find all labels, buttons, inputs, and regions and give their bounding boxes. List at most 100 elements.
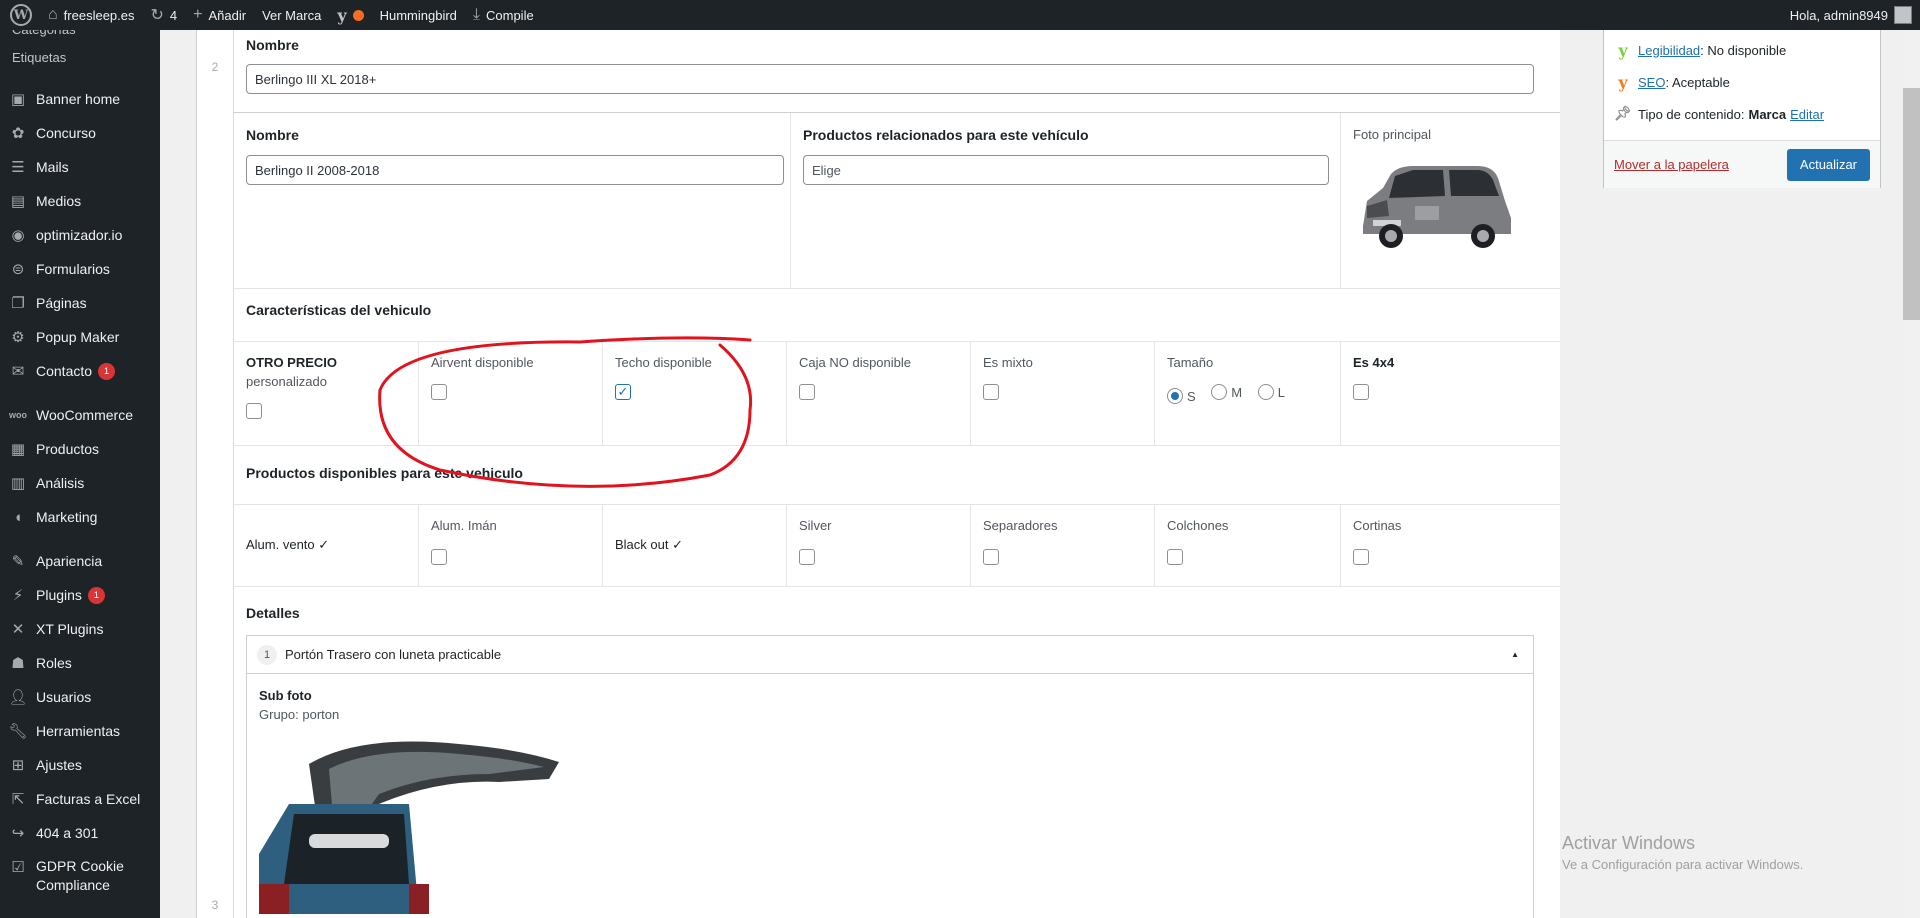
main-photo-cell: Foto principal (1340, 113, 1534, 288)
sidebar-item-xt-plugins[interactable]: ✕ XT Plugins (0, 612, 160, 646)
colchones-cell: Colchones (1154, 504, 1340, 586)
size-radio-s[interactable] (1167, 388, 1183, 404)
separadores-cell: Separadores (970, 504, 1154, 586)
submenu-categorias[interactable]: Categorías (0, 30, 160, 44)
sidebar-item-usuarios[interactable]: 👤︎ Usuarios (0, 680, 160, 714)
seo-link[interactable]: SEO (1638, 75, 1665, 90)
scrollbar-thumb[interactable] (1903, 88, 1920, 320)
rear-door-photo-image[interactable] (259, 734, 569, 914)
silver-checkbox[interactable] (799, 549, 815, 565)
sidebar-item-medios[interactable]: ▤ Medios (0, 184, 160, 218)
update-button[interactable]: Actualizar (1786, 148, 1870, 181)
collapse-arrow-icon[interactable]: ▲ (1511, 650, 1519, 659)
cortinas-label: Cortinas (1353, 518, 1402, 533)
colchones-checkbox[interactable] (1167, 549, 1183, 565)
dashboard-icon: ▣ (10, 91, 26, 108)
sidebar-item-banner-home[interactable]: ▣ Banner home (0, 82, 160, 116)
group-label: Grupo: porton (259, 707, 340, 722)
home-icon: ⌂ (48, 6, 58, 23)
details-flexible-layout: 1 Portón Trasero con luneta practicable … (246, 635, 1534, 918)
sidebar-item-paginas[interactable]: ❐ Páginas (0, 286, 160, 320)
sidebar-item-roles[interactable]: ☗ Roles (0, 646, 160, 680)
content-type-value: Marca (1748, 106, 1787, 122)
move-to-trash-link[interactable]: Mover a la papelera (1614, 157, 1729, 172)
sidebar-item-label: Mails (36, 159, 69, 175)
sidebar-item-herramientas[interactable]: 🔧︎ Herramientas (0, 714, 160, 748)
readability-link[interactable]: Legibilidad (1638, 43, 1700, 58)
otro-precio-label: OTRO PRECIO (246, 355, 338, 370)
sidebar-item-optimizador[interactable]: ◉ optimizador.io (0, 218, 160, 252)
silver-label: Silver (799, 518, 832, 533)
wordpress-icon: W (10, 4, 32, 26)
view-brand-link[interactable]: Ver Marca (254, 0, 329, 30)
publish-actions: Mover a la papelera Actualizar (1604, 140, 1880, 188)
wp-logo-menu[interactable]: W (0, 0, 40, 30)
updates-icon: ↻ (150, 7, 164, 24)
sidebar-item-contacto[interactable]: ✉ Contacto 1 (0, 354, 160, 388)
sidebar-item-popup-maker[interactable]: ⚙ Popup Maker (0, 320, 160, 354)
row-index[interactable]: 2 (197, 60, 233, 74)
separadores-checkbox[interactable] (983, 549, 999, 565)
size-radio-m[interactable] (1211, 384, 1228, 400)
hummingbird-menu[interactable]: Hummingbird (372, 0, 465, 30)
es4x4-label: Es 4x4 (1353, 355, 1395, 370)
sidebar-item-apariencia[interactable]: ✎ Apariencia (0, 544, 160, 578)
sidebar-item-marketing[interactable]: ◖ Marketing (0, 500, 160, 534)
detail-layout-header[interactable]: 1 Portón Trasero con luneta practicable … (247, 636, 1533, 674)
hummingbird-label: Hummingbird (379, 7, 457, 23)
yoast-menu[interactable]: y (329, 0, 371, 30)
vehicle-name-field[interactable]: Berlingo II 2008-2018 (246, 155, 784, 185)
cortinas-checkbox[interactable] (1353, 549, 1369, 565)
site-name-link[interactable]: ⌂ freesleep.es (40, 0, 143, 30)
name-field[interactable]: Berlingo III XL 2018+ (246, 64, 1534, 94)
airvent-checkbox[interactable] (431, 384, 447, 400)
sidebar-item-formularios[interactable]: ⊜ Formularios (0, 252, 160, 286)
sidebar-item-facturas[interactable]: ⇱ Facturas a Excel (0, 782, 160, 816)
list-icon: ☰ (11, 159, 25, 176)
techo-checkbox[interactable]: ✓ (615, 384, 631, 400)
related-products-select[interactable]: Elige (803, 155, 1329, 185)
sidebar-item-404-301[interactable]: ↪ 404 a 301 (0, 816, 160, 850)
updates-link[interactable]: ↻ 4 (143, 0, 186, 30)
sidebar-item-mails[interactable]: ☰ Mails (0, 150, 160, 184)
sidebar-item-plugins[interactable]: ⚡ Plugins 1 (0, 578, 160, 612)
repeater-row-vehicle: Nombre Berlingo II 2008-2018 Productos r… (233, 113, 1560, 918)
edit-content-type-link[interactable]: Editar (1790, 107, 1824, 122)
sidebar-item-label: Apariencia (36, 553, 103, 569)
readability-row: y Legibilidad : No disponible (1604, 34, 1880, 66)
otro-precio-checkbox[interactable] (246, 403, 262, 419)
submenu-etiquetas[interactable]: Etiquetas (0, 44, 160, 72)
sidebar-item-ajustes[interactable]: ⊞ Ajustes (0, 748, 160, 782)
compile-link[interactable]: ⤓ Compile (465, 0, 542, 30)
woo-icon: woo (9, 410, 27, 420)
detail-index-badge: 1 (257, 644, 277, 665)
sidebar-item-woocommerce[interactable]: woo WooCommerce (0, 398, 160, 432)
account-menu[interactable]: Hola, admin8949 (1782, 0, 1920, 30)
content-type-row: 📌︎ Tipo de contenido: Marca Editar (1604, 98, 1880, 130)
size-option-m[interactable]: M (1211, 384, 1242, 400)
sidebar-item-label: Marketing (36, 509, 98, 525)
sidebar-item-concurso[interactable]: ✿ Concurso (0, 116, 160, 150)
export-icon: ⇱ (11, 791, 25, 808)
sidebar-item-label: Contacto (36, 363, 93, 379)
pin-icon: 📌︎ (1614, 106, 1632, 122)
es4x4-checkbox[interactable] (1353, 384, 1369, 400)
size-option-s[interactable]: S (1167, 388, 1196, 404)
size-radio-l[interactable] (1257, 384, 1274, 400)
row-index-3[interactable]: 3 (197, 898, 233, 912)
sidebar-item-analisis[interactable]: ▥ Análisis (0, 466, 160, 500)
alum-iman-label: Alum. Imán (431, 518, 497, 533)
sidebar-item-gdpr[interactable]: ☑ GDPR Cookie Compliance (0, 850, 160, 900)
notification-badge: 1 (87, 586, 105, 604)
alum-iman-checkbox[interactable] (431, 549, 447, 565)
car-photo-image[interactable] (1353, 156, 1518, 256)
caja-checkbox[interactable] (799, 384, 815, 400)
size-option-l[interactable]: L (1257, 384, 1285, 400)
sidebar-item-productos[interactable]: ▦ Productos (0, 432, 160, 466)
mixto-checkbox[interactable] (983, 384, 999, 400)
colchones-label: Colchones (1167, 518, 1229, 533)
size-option-label: S (1187, 388, 1196, 404)
add-new-menu[interactable]: + Añadir (185, 0, 254, 30)
main-content: 2 Nombre Berlingo III XL 2018+ Nombre Be… (160, 30, 1560, 918)
check-icon: ☑ (11, 858, 25, 876)
